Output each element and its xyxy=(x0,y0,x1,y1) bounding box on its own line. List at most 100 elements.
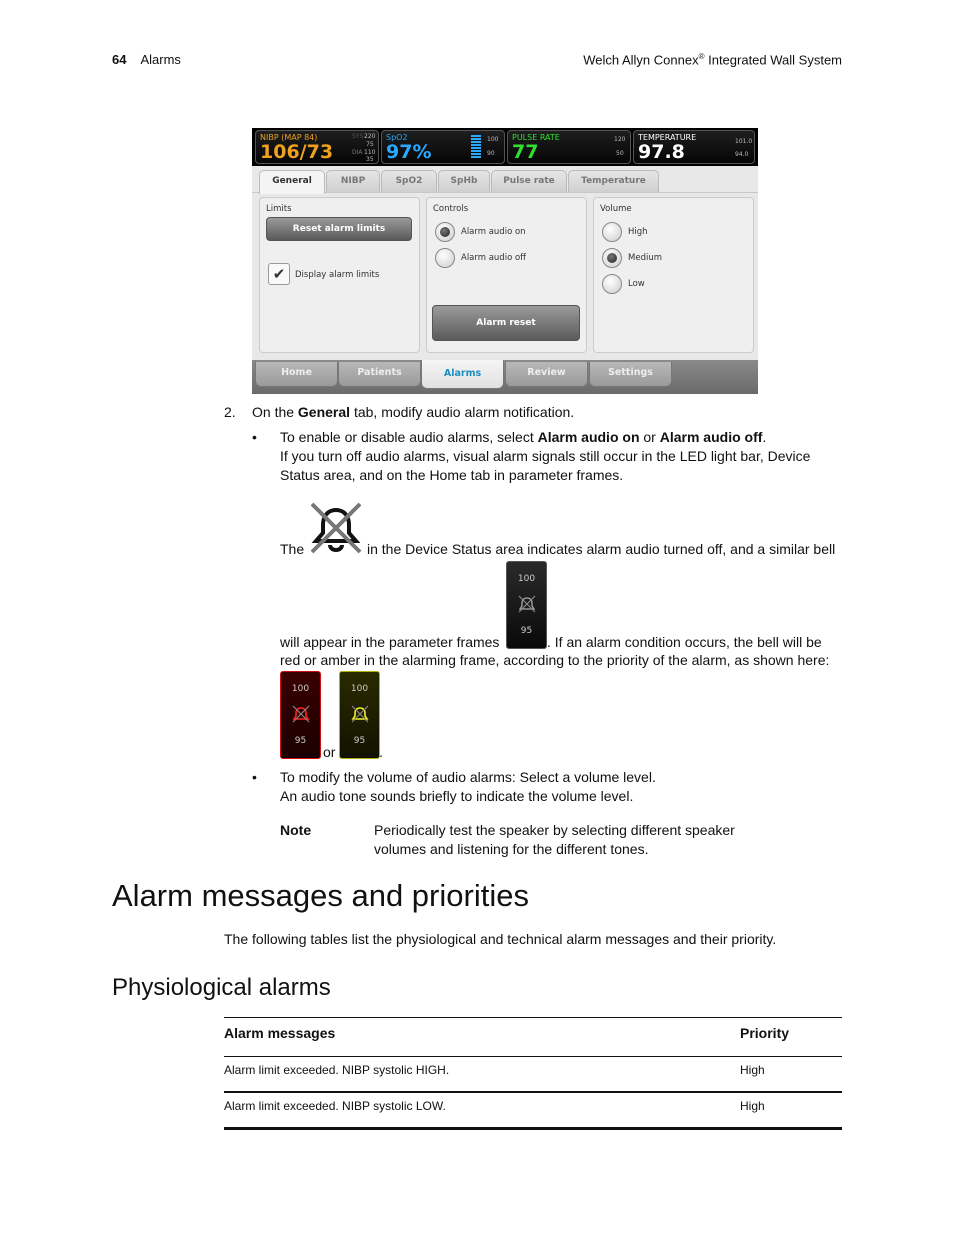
volume-panel: Volume High Medium Low xyxy=(593,197,754,353)
red-or-amber-text: red or amber in the alarming frame, acco… xyxy=(280,652,830,668)
sys-label: SYS xyxy=(352,133,364,140)
note-line1: Periodically test the speaker by selecti… xyxy=(374,822,735,838)
pulse-rate-value: 77 xyxy=(512,141,539,163)
dia-label: DIA xyxy=(352,149,363,156)
step-text-post: tab, modify audio alarm notification. xyxy=(350,404,575,420)
limits-panel: Limits Reset alarm limits ✔ Display alar… xyxy=(259,197,420,353)
temperature-value: 97.8 xyxy=(638,141,685,163)
tab-temperature[interactable]: Temperature xyxy=(568,170,659,192)
spo2-frame[interactable]: SpO2 97% 100 90 xyxy=(381,130,505,164)
subsection-title: Physiological alarms xyxy=(112,974,331,1001)
amber-frame-upper: 100 xyxy=(350,684,369,694)
tab-general[interactable]: General xyxy=(259,170,325,194)
bullet1-line2: If you turn off audio alarms, visual ala… xyxy=(280,448,811,464)
limits-title: Limits xyxy=(266,204,292,214)
nav-review[interactable]: Review xyxy=(505,362,588,387)
vitals-bar: NIBP (MAP 84) 106/73 SYS 220 75 DIA 110 … xyxy=(252,128,758,166)
after-bell-text: in the Device Status area indicates alar… xyxy=(367,541,836,557)
table-row-message: Alarm limit exceeded. NIBP systolic HIGH… xyxy=(224,1063,450,1077)
section-title: Alarm messages and priorities xyxy=(112,878,529,913)
table-bottom-rule xyxy=(224,1127,842,1130)
product-name: Welch Allyn Connex xyxy=(583,52,699,68)
alarm-audio-on-radio[interactable] xyxy=(435,222,455,242)
table-header-messages: Alarm messages xyxy=(224,1025,336,1041)
bullet-dot-2: • xyxy=(252,769,257,785)
tab-nibp[interactable]: NIBP xyxy=(326,170,380,192)
dia-upper: 110 xyxy=(364,149,376,156)
alarm-audio-on-label: Alarm audio on xyxy=(461,227,526,237)
temp-lower: 94.0 xyxy=(735,151,749,158)
checkmark-icon: ✔ xyxy=(272,265,286,283)
nav-patients[interactable]: Patients xyxy=(338,362,421,387)
alarm-reset-button[interactable]: Alarm reset xyxy=(432,305,580,341)
display-alarm-limits-label: Display alarm limits xyxy=(295,270,380,280)
note-label: Note xyxy=(280,822,312,838)
tab-pulse-rate[interactable]: Pulse rate xyxy=(491,170,567,192)
spo2-lower: 90 xyxy=(487,150,495,157)
controls-title: Controls xyxy=(433,204,469,214)
step-text: On the General tab, modify audio alarm n… xyxy=(252,403,574,422)
section-intro: The following tables list the physiologi… xyxy=(224,931,777,947)
nibp-frame[interactable]: NIBP (MAP 84) 106/73 SYS 220 75 DIA 110 … xyxy=(255,130,379,164)
volume-high-radio[interactable] xyxy=(602,222,622,242)
red-frame-upper: 100 xyxy=(291,684,310,694)
bullet2-line1: To modify the volume of audio alarms: Se… xyxy=(280,769,656,785)
spo2-upper: 100 xyxy=(487,136,499,143)
the-text: The xyxy=(280,541,305,557)
pulse-rate-frame[interactable]: PULSE RATE 77 120 50 xyxy=(507,130,631,164)
bullet1-a: To enable or disable audio alarms, selec… xyxy=(280,429,538,445)
product-name-suffix: Integrated Wall System xyxy=(704,52,842,68)
temperature-frame[interactable]: TEMPERATURE 97.8 101.0 94.0 xyxy=(633,130,755,164)
tab-sphb[interactable]: SpHb xyxy=(438,170,490,192)
nibp-value: 106/73 xyxy=(260,141,334,163)
page-number: 64 xyxy=(112,52,127,67)
sys-lower: 75 xyxy=(366,141,374,148)
bullet2-line2: An audio tone sounds briefly to indicate… xyxy=(280,788,634,804)
frame-lower-limit: 95 xyxy=(520,626,533,636)
nav-home[interactable]: Home xyxy=(255,362,338,387)
tab-spo2[interactable]: SpO2 xyxy=(381,170,437,192)
bullet-audio-enable: To enable or disable audio alarms, selec… xyxy=(280,428,850,485)
red-frame-lower: 95 xyxy=(294,736,307,746)
or-text: or xyxy=(323,744,336,760)
volume-medium-radio[interactable] xyxy=(602,248,622,268)
sys-upper: 220 xyxy=(364,133,376,140)
page-header-right: Welch Allyn Connex® Integrated Wall Syst… xyxy=(583,52,842,67)
amber-bell-off-icon xyxy=(351,705,369,723)
step-text-bold: General xyxy=(297,404,351,420)
volume-high-label: High xyxy=(628,227,648,237)
if-alarm-text: . If an alarm condition occurs, the bell… xyxy=(547,634,822,650)
table-row-priority: High xyxy=(740,1099,765,1113)
controls-panel: Controls Alarm audio on Alarm audio off … xyxy=(426,197,587,353)
amber-frame-lower: 95 xyxy=(353,736,366,746)
alarm-audio-off-radio[interactable] xyxy=(435,248,455,268)
frame-upper-limit: 100 xyxy=(517,574,536,584)
note-line2: volumes and listening for the different … xyxy=(374,841,649,857)
table-row-priority: High xyxy=(740,1063,765,1077)
will-appear-text: will appear in the parameter frames xyxy=(280,634,500,650)
period-text: . xyxy=(379,744,383,760)
step-number: 2. xyxy=(224,404,236,420)
volume-low-label: Low xyxy=(628,279,645,289)
section-name: Alarms xyxy=(140,52,181,67)
step-text-pre: On the xyxy=(252,404,298,420)
alarm-audio-off-bell-icon xyxy=(310,502,362,554)
display-alarm-limits-checkbox[interactable]: ✔ xyxy=(268,263,290,285)
alarm-tabs: General NIBP SpO2 SpHb Pulse rate Temper… xyxy=(252,166,758,194)
bullet1-d: . xyxy=(762,429,767,445)
page-header-left: 64 Alarms xyxy=(112,52,181,67)
bullet1-b2: Alarm audio off xyxy=(659,429,763,445)
bullet1-b1: Alarm audio on xyxy=(537,429,640,445)
bottom-navigation: Home Patients Alarms Review Settings xyxy=(252,360,758,394)
note-text: Periodically test the speaker by selecti… xyxy=(374,821,735,859)
parameter-frame-red-alarm: 100 95 xyxy=(280,671,321,759)
nav-settings[interactable]: Settings xyxy=(589,362,672,387)
pulse-amplitude-bar-icon xyxy=(471,135,481,159)
volume-low-radio[interactable] xyxy=(602,274,622,294)
pulse-upper: 120 xyxy=(614,136,626,143)
nav-alarms[interactable]: Alarms xyxy=(421,360,504,389)
red-bell-off-icon xyxy=(292,705,310,723)
reset-alarm-limits-button[interactable]: Reset alarm limits xyxy=(266,217,412,241)
parameter-frame-amber-alarm: 100 95 xyxy=(339,671,380,759)
bullet-dot: • xyxy=(252,429,257,445)
